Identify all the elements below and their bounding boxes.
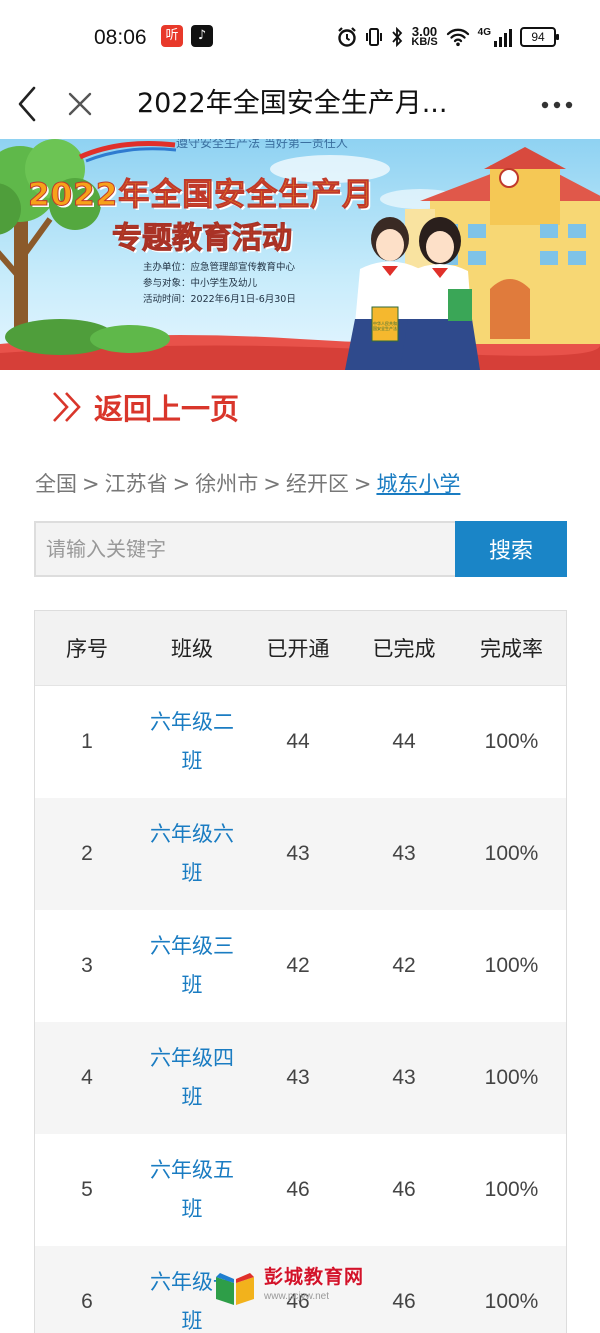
battery-icon: 94 [520,27,559,47]
breadcrumb-item-national[interactable]: 全国 [35,472,77,496]
watermark-text: 彭城教育网 [264,1266,365,1288]
banner-audience: 参与对象：中小学生及幼儿 [143,278,258,289]
cell-class-link[interactable]: 六年级三班 [139,910,245,1022]
cell-opened: 44 [245,685,351,798]
cell-opened: 42 [245,910,351,1022]
table-row: 5 六年级五班 46 46 100% [35,1134,566,1246]
header-opened: 已开通 [245,611,351,686]
status-icons: 3.00 KB/S 4G 94 [337,24,559,50]
status-time: 08:06 [94,26,147,49]
header-completion-rate: 完成率 [457,611,566,686]
cell-rate: 100% [457,685,566,798]
table-row: 1 六年级二班 44 44 100% [35,685,566,798]
banner-book-text: 中华人民共和国安全生产法 [373,321,397,331]
close-icon[interactable] [66,86,94,122]
cell-index: 6 [35,1246,139,1333]
breadcrumb-separator: > [353,472,372,496]
cell-rate: 100% [457,1246,566,1333]
browser-titlebar: 2022年全国安全生产月... [0,72,600,139]
progress-table: 序号 班级 已开通 已完成 完成率 1 六年级二班 44 44 100% 2 六… [35,611,566,1333]
search-input[interactable] [34,521,466,577]
back-link-label: 返回上一页 [94,392,240,426]
watermark-subtext: www.pcjyw.net [264,1291,330,1302]
breadcrumb-item-district[interactable]: 经开区 [286,472,349,496]
back-to-previous-link[interactable]: 返回上一页 [50,384,239,430]
site-watermark: 彭城教育网 www.pcjyw.net [212,1262,402,1312]
banner-headline: 2022年全国安全生产月 [27,177,375,214]
cell-index: 3 [35,910,139,1022]
network-type: 4G [477,27,491,38]
breadcrumb-current-school[interactable]: 城东小学 [376,472,460,496]
cell-class-link[interactable]: 六年级二班 [139,685,245,798]
cell-opened: 43 [245,798,351,910]
table-row: 2 六年级六班 43 43 100% [35,798,566,910]
header-class: 班级 [139,611,245,686]
book-logo-icon [216,1273,254,1305]
cell-opened: 43 [245,1022,351,1134]
cell-index: 5 [35,1134,139,1246]
back-chevron-icon[interactable] [12,82,42,126]
wifi-icon [446,28,469,47]
double-chevron-right-icon [53,392,81,422]
class-progress-table: 序号 班级 已开通 已完成 完成率 1 六年级二班 44 44 100% 2 六… [34,610,567,1333]
net-speed: 3.00 KB/S [411,25,438,48]
search-button[interactable]: 搜索 [455,521,567,577]
header-index: 序号 [35,611,139,686]
breadcrumb: 全国 > 江苏省 > 徐州市 > 经开区 > 城东小学 [35,468,460,498]
banner-organizer: 主办单位：应急管理部宣传教育中心 [143,262,296,273]
cell-rate: 100% [457,798,566,910]
cell-completed: 44 [351,685,457,798]
ting-app-icon: 听 [161,25,183,47]
cell-completed: 43 [351,1022,457,1134]
cell-completed: 46 [351,1134,457,1246]
banner-period: 活动时间：2022年6月1日-6月30日 [143,294,296,305]
banner-slogan: 遵守安全生产法 当好第一责任人 [176,139,348,150]
table-row: 4 六年级四班 43 43 100% [35,1022,566,1134]
breadcrumb-item-province[interactable]: 江苏省 [105,472,168,496]
bluetooth-icon [392,27,403,47]
status-bar: 08:06 听 ♪ 3.00 KB/S 4G 94 [0,0,600,72]
alarm-icon [338,27,357,47]
cell-rate: 100% [457,1134,566,1246]
more-options-icon[interactable] [540,100,574,110]
cell-rate: 100% [457,1022,566,1134]
cell-class-link[interactable]: 六年级六班 [139,798,245,910]
net-speed-unit: KB/S [411,36,438,48]
search-bar: 搜索 [34,521,567,577]
table-header-row: 序号 班级 已开通 已完成 完成率 [35,611,566,686]
campaign-banner: 遵守安全生产法 当好第一责任人 2022年全国安全生产月 专题教育活动 主办单位… [0,139,600,370]
cell-completed: 43 [351,798,457,910]
vibrate-icon [366,28,383,46]
breadcrumb-separator: > [172,472,191,496]
breadcrumb-separator: > [82,472,100,496]
breadcrumb-separator: > [263,472,281,496]
cell-class-link[interactable]: 六年级五班 [139,1134,245,1246]
cell-index: 4 [35,1022,139,1134]
cell-opened: 46 [245,1134,351,1246]
header-completed: 已完成 [351,611,457,686]
cell-index: 1 [35,685,139,798]
banner-subheadline: 专题教育活动 [112,221,293,257]
signal-icon: 4G [478,27,512,47]
tiktok-app-icon: ♪ [191,25,213,47]
cell-completed: 42 [351,910,457,1022]
table-row: 3 六年级三班 42 42 100% [35,910,566,1022]
breadcrumb-item-city[interactable]: 徐州市 [195,472,258,496]
cell-class-link[interactable]: 六年级四班 [139,1022,245,1134]
cell-index: 2 [35,798,139,910]
cell-rate: 100% [457,910,566,1022]
page-title: 2022年全国安全生产月... [137,88,448,119]
